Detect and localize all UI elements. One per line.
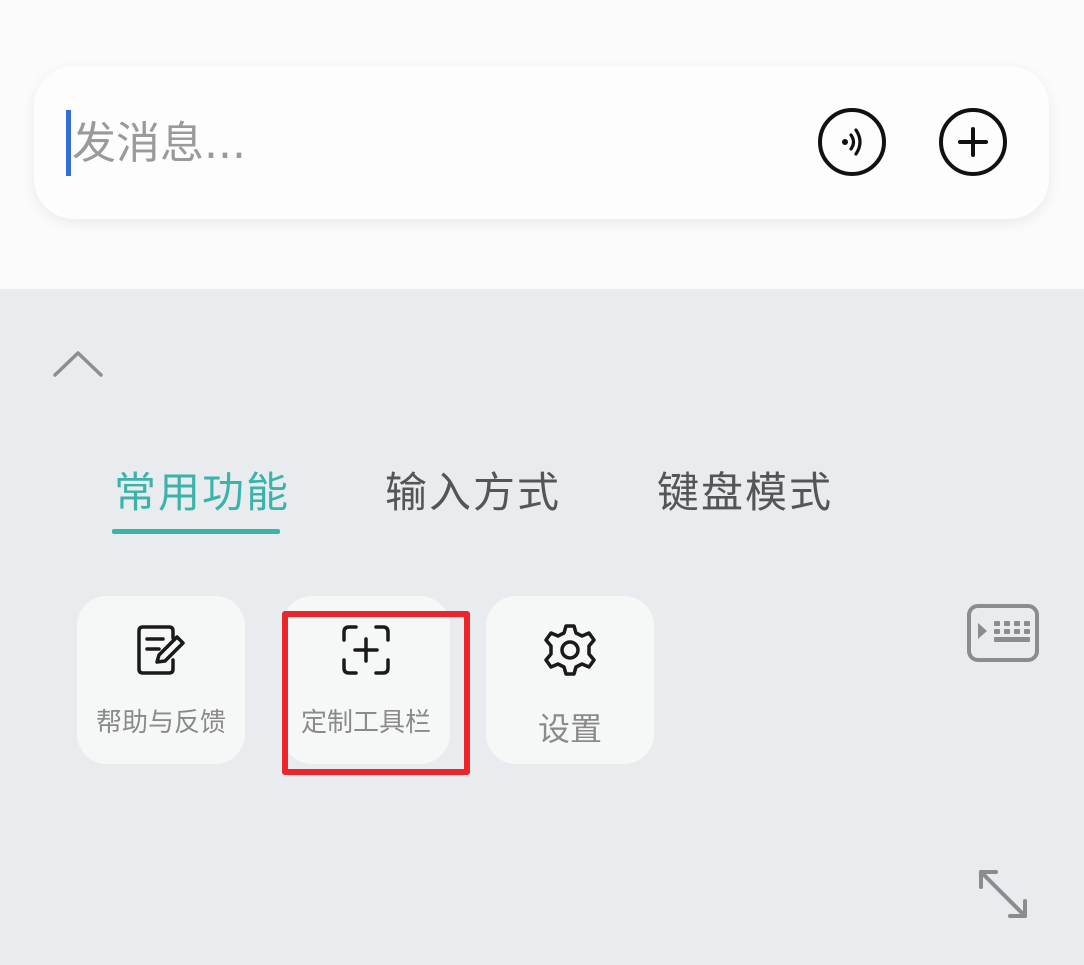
message-area: [0, 0, 1084, 289]
customize-toolbar-button[interactable]: 定制工具栏: [282, 596, 450, 764]
help-feedback-label: 帮助与反馈: [95, 708, 226, 738]
add-frame-icon: [342, 625, 390, 675]
plus-circle-icon: [958, 127, 988, 157]
gear-icon: [544, 624, 596, 676]
keyboard-button[interactable]: [966, 603, 1040, 663]
settings-button[interactable]: 设置: [486, 596, 654, 764]
expand-arrows-icon: [979, 870, 1027, 918]
add-button[interactable]: [939, 108, 1007, 176]
tab-keyboard-mode[interactable]: 键盘模式: [657, 459, 833, 520]
message-bar: [34, 66, 1049, 219]
text-caret: [66, 110, 71, 176]
voice-wave-icon: [842, 128, 862, 156]
edit-note-icon: [137, 625, 185, 675]
collapse-button[interactable]: [50, 345, 106, 381]
settings-label: 设置: [537, 710, 602, 748]
expand-button[interactable]: [974, 865, 1032, 923]
help-feedback-button[interactable]: 帮助与反馈: [77, 596, 245, 764]
active-tab-indicator: [112, 529, 280, 534]
tab-common-functions[interactable]: 常用功能: [114, 459, 290, 520]
voice-button[interactable]: [818, 108, 886, 176]
chevron-up-icon: [53, 351, 103, 377]
function-panel: 常用功能 输入方式 键盘模式 帮助与反馈 定制工具栏 设置: [0, 289, 1084, 965]
message-input[interactable]: [72, 106, 772, 180]
tab-input-method[interactable]: 输入方式: [385, 459, 561, 520]
keyboard-icon: [967, 604, 1039, 662]
customize-toolbar-label: 定制工具栏: [300, 708, 431, 738]
